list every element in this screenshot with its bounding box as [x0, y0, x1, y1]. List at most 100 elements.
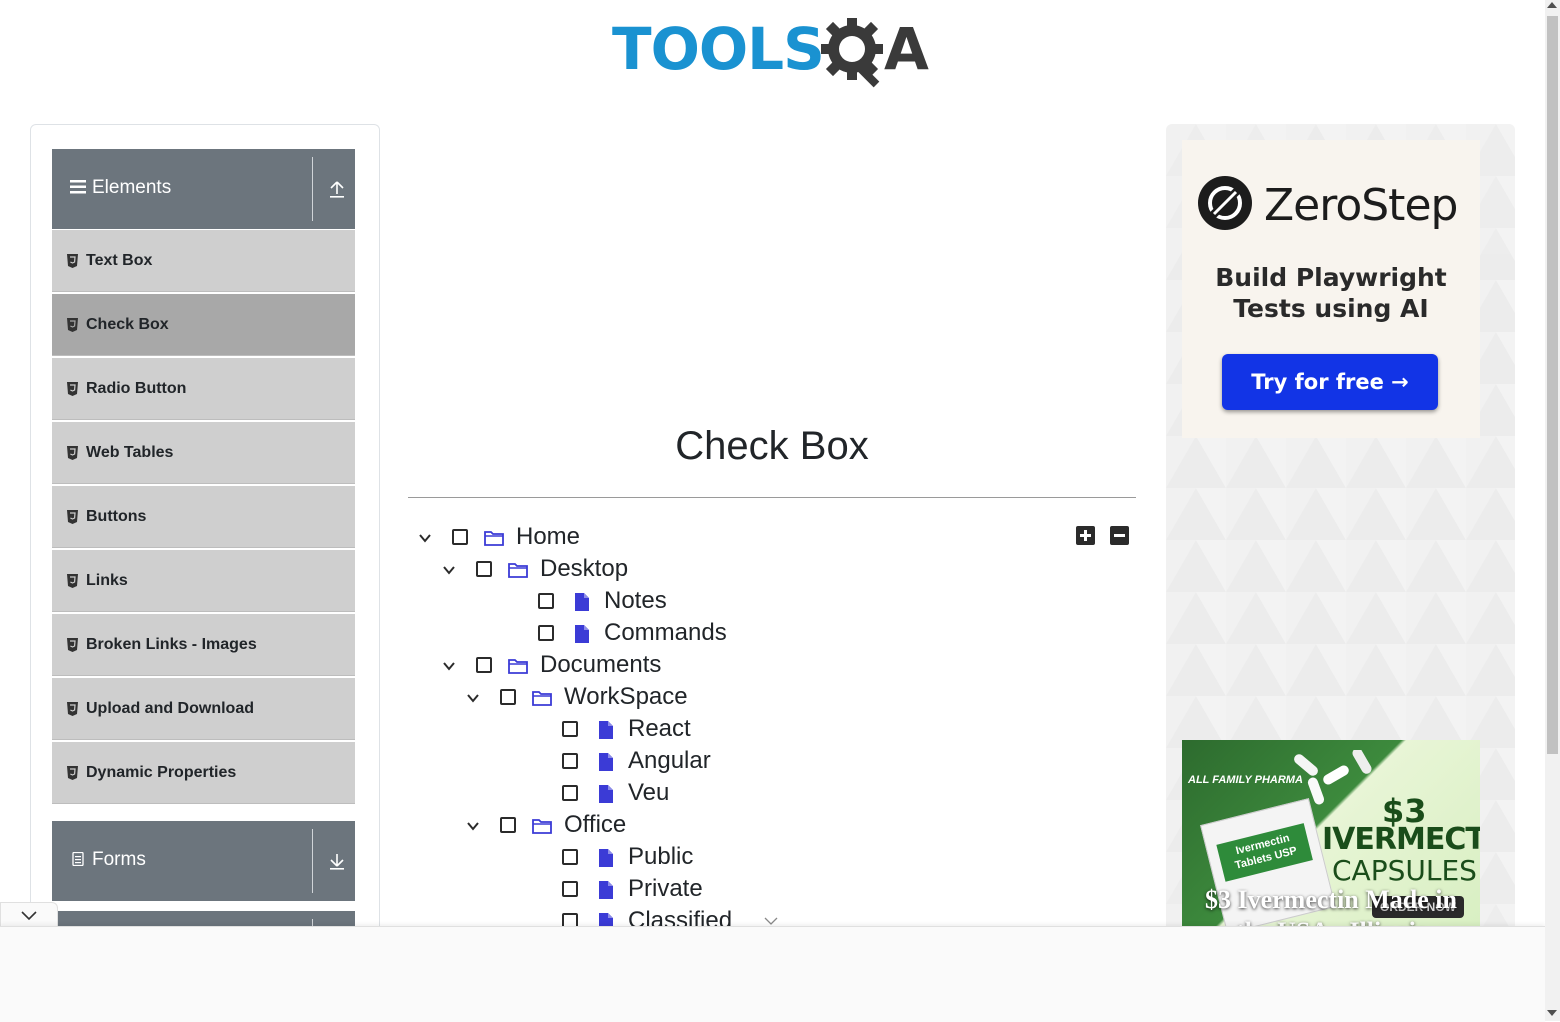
- bottom-ad-banner: [0, 926, 1545, 1022]
- folder-icon: [508, 563, 528, 578]
- tree-checkbox[interactable]: [562, 881, 578, 897]
- tree-node-label[interactable]: Public: [628, 843, 693, 871]
- tree-checkbox[interactable]: [476, 561, 492, 577]
- elements-menu: Text Box Check Box Radio Button Web Tabl…: [52, 230, 355, 806]
- sidebar: Elements Text Box Check Box Radio Button…: [30, 124, 380, 945]
- logo-text-a: A: [884, 15, 929, 83]
- tree-node-label[interactable]: Home: [516, 523, 580, 551]
- sidebar-item-broken-links[interactable]: Broken Links - Images: [52, 614, 355, 676]
- product-box-label: Ivermectin Tablets USP: [1216, 823, 1313, 882]
- tree-node-label[interactable]: Angular: [628, 747, 711, 775]
- tree-node-label[interactable]: Office: [564, 811, 626, 839]
- sidebar-item-upload-download[interactable]: Upload and Download: [52, 678, 355, 740]
- html5-icon: [67, 702, 78, 716]
- tree-node-label[interactable]: Documents: [540, 651, 661, 679]
- tree-checkbox[interactable]: [500, 689, 516, 705]
- tree-node-label[interactable]: Private: [628, 875, 703, 903]
- tree-checkbox[interactable]: [476, 657, 492, 673]
- tree-node: Desktop: [442, 554, 742, 586]
- group-header-elements[interactable]: Elements: [52, 149, 355, 229]
- tree-checkbox[interactable]: [500, 817, 516, 833]
- tree-node: Private: [490, 874, 790, 906]
- page-title: Check Box: [675, 424, 869, 468]
- tree-node: WorkSpace: [466, 682, 766, 714]
- tree-checkbox[interactable]: [562, 785, 578, 801]
- tree-checkbox[interactable]: [538, 625, 554, 641]
- scroll-up-arrow-icon[interactable]: [1547, 2, 1557, 8]
- tree-checkbox[interactable]: [562, 753, 578, 769]
- pharma-ad[interactable]: ALL FAMILY PHARMA Ivermectin Tablets USP…: [1182, 740, 1480, 930]
- file-icon: [599, 881, 613, 899]
- sidebar-item-dynamic-properties[interactable]: Dynamic Properties: [52, 742, 355, 804]
- tree-node-label[interactable]: Desktop: [540, 555, 628, 583]
- folder-icon: [532, 819, 552, 834]
- chevron-down-icon[interactable]: [442, 659, 456, 673]
- plus-vertical-stroke: [1084, 530, 1087, 541]
- sidebar-item-label: Broken Links - Images: [86, 636, 257, 653]
- sidebar-item-label: Buttons: [86, 508, 147, 525]
- tree-node: Documents: [442, 650, 742, 682]
- tree-node-label[interactable]: Notes: [604, 587, 667, 615]
- sidebar-item-label: Text Box: [86, 252, 153, 269]
- ad-caption: $3 Ivermectin Made in the USA - Illinois: [1182, 884, 1480, 930]
- upload-arrow-icon[interactable]: [329, 179, 345, 199]
- file-icon: [599, 849, 613, 867]
- tree-node: React: [490, 714, 790, 746]
- ad-product-type: CAPSULES: [1332, 854, 1477, 887]
- tree-checkbox[interactable]: [562, 849, 578, 865]
- expand-all-button[interactable]: [1076, 526, 1095, 545]
- sidebar-item-radio-button[interactable]: Radio Button: [52, 358, 355, 420]
- tree-node-label[interactable]: Commands: [604, 619, 727, 647]
- bottom-ad-toggle[interactable]: [0, 902, 58, 929]
- sidebar-item-check-box[interactable]: Check Box: [52, 294, 355, 356]
- document-icon: [72, 852, 84, 866]
- tree-checkbox[interactable]: [452, 529, 468, 545]
- chevron-down-icon[interactable]: [418, 531, 432, 545]
- sidebar-item-label: Links: [86, 572, 128, 589]
- try-for-free-button[interactable]: Try for free →: [1222, 354, 1438, 410]
- html5-icon: [67, 446, 78, 460]
- ad-caption-line: $3 Ivermectin Made in: [1204, 885, 1457, 914]
- group-label-elements: Elements: [92, 177, 172, 198]
- sidebar-item-links[interactable]: Links: [52, 550, 355, 612]
- file-icon: [599, 753, 613, 771]
- chevron-down-icon[interactable]: [466, 691, 480, 705]
- tree-node: Public: [490, 842, 790, 874]
- ad-product-name: IVERMECTIN: [1322, 822, 1480, 857]
- scrollbar-thumb[interactable]: [1547, 16, 1558, 754]
- tree-node-label[interactable]: React: [628, 715, 691, 743]
- tree-checkbox[interactable]: [538, 593, 554, 609]
- sidebar-item-label: Upload and Download: [86, 700, 254, 717]
- toolsqa-logo[interactable]: TOOLS A: [612, 14, 938, 94]
- chevron-down-icon[interactable]: [466, 819, 480, 833]
- download-arrow-icon[interactable]: [329, 851, 345, 871]
- zerostep-logo-icon: [1198, 176, 1252, 230]
- minus-square-icon: [1114, 534, 1125, 537]
- sidebar-item-label: Radio Button: [86, 380, 187, 397]
- folder-icon: [532, 691, 552, 706]
- file-icon: [599, 721, 613, 739]
- sidebar-item-text-box[interactable]: Text Box: [52, 230, 355, 292]
- chevron-down-icon[interactable]: [764, 916, 778, 926]
- scroll-down-arrow-icon[interactable]: [1547, 1010, 1557, 1016]
- sidebar-item-label: Web Tables: [86, 444, 174, 461]
- bars-icon: [70, 180, 86, 194]
- tree-node: Office: [466, 810, 766, 842]
- title-divider: [408, 497, 1136, 498]
- sidebar-item-buttons[interactable]: Buttons: [52, 486, 355, 548]
- sidebar-item-label: Check Box: [86, 316, 169, 333]
- ad-brand: ZeroStep: [1264, 180, 1458, 231]
- collapse-all-button[interactable]: [1110, 526, 1129, 545]
- folder-icon: [508, 659, 528, 674]
- file-icon: [575, 593, 589, 611]
- chevron-down-icon[interactable]: [442, 563, 456, 577]
- tree-node-label[interactable]: WorkSpace: [564, 683, 688, 711]
- sidebar-item-web-tables[interactable]: Web Tables: [52, 422, 355, 484]
- tree-checkbox[interactable]: [562, 721, 578, 737]
- tree-node-label[interactable]: Veu: [628, 779, 669, 807]
- zerostep-ad[interactable]: ZeroStep Build Playwright Tests using AI…: [1182, 140, 1480, 438]
- html5-icon: [67, 318, 78, 332]
- html5-icon: [67, 254, 78, 268]
- group-header-forms[interactable]: Forms: [52, 821, 355, 901]
- tree-node: Home: [418, 522, 718, 554]
